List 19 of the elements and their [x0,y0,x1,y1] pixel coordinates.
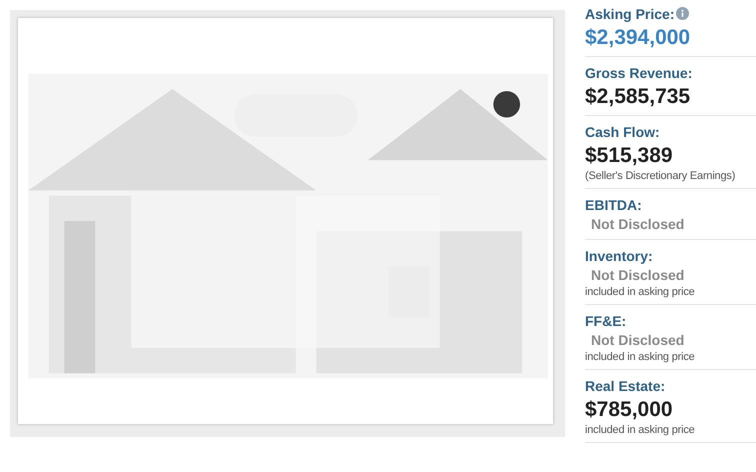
field-label: Asking Price: [585,6,674,22]
field-note: (Seller's Discretionary Earnings) [585,170,736,182]
field-label: Real Estate: [585,378,666,394]
field-value: $2,394,000 [585,26,690,49]
field-value: $2,585,735 [585,85,690,108]
field-value: $515,389 [585,144,673,167]
field-label: Inventory: [585,248,653,264]
field-label: EBITDA: [585,197,642,213]
field-value: Not Disclosed [591,332,684,348]
field-note: included in asking price [585,351,695,363]
field-label: Gross Revenue: [585,65,692,81]
field-value: Not Disclosed [591,216,684,232]
field-value: Not Disclosed [591,267,684,283]
field-label: Cash Flow: [585,124,660,140]
field-note: included in asking price [585,424,695,436]
info-icon[interactable] [676,7,690,20]
field-label: FF&E: [585,313,626,329]
field-value: $785,000 [585,398,673,421]
field-note: included in asking price [585,286,695,298]
